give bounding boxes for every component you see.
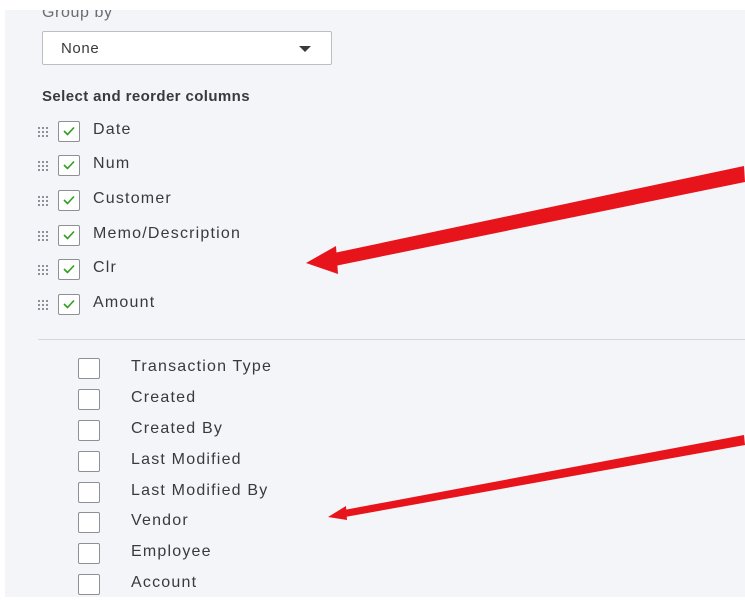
checkbox-num[interactable] [58,155,80,176]
column-label: Transaction Type [131,358,273,375]
column-row-amount[interactable]: Amount [5,294,405,318]
column-label: Employee [131,543,212,560]
column-row-date[interactable]: Date [5,121,405,145]
group-by-label: Group by [42,10,113,21]
column-label: Vendor [131,512,189,529]
column-row-last-modified[interactable]: Last Modified [5,451,405,475]
column-label: Created By [131,420,224,437]
checkbox-employee[interactable] [78,543,100,564]
column-label: Created [131,389,197,406]
column-label: Clr [93,259,118,276]
checkbox-created[interactable] [78,389,100,410]
section-divider [38,339,745,340]
column-row-last-modified-by[interactable]: Last Modified By [5,482,405,506]
checkbox-clr[interactable] [58,259,80,280]
checkbox-account[interactable] [78,574,100,595]
checkmark-icon [63,126,75,136]
checkmark-icon [63,160,75,170]
checkmark-icon [63,195,75,205]
column-row-employee[interactable]: Employee [5,543,405,567]
column-label: Last Modified By [131,482,269,499]
checkbox-amount[interactable] [58,294,80,315]
column-row-customer[interactable]: Customer [5,190,405,214]
column-label: Memo/Description [93,225,242,242]
column-row-clr[interactable]: Clr [5,259,405,283]
chevron-down-icon [299,46,311,52]
column-label: Last Modified [131,451,242,468]
checkbox-created-by[interactable] [78,420,100,441]
column-row-vendor[interactable]: Vendor [5,512,405,536]
checkbox-vendor[interactable] [78,512,100,533]
checkbox-last-modified[interactable] [78,451,100,472]
column-row-transaction-type[interactable]: Transaction Type [5,358,405,382]
checkbox-transaction-type[interactable] [78,358,100,379]
drag-handle-icon[interactable] [38,300,50,310]
checkbox-memo-description[interactable] [58,225,80,246]
column-label: Customer [93,190,172,207]
column-label: Num [93,155,131,172]
column-row-account[interactable]: Account [5,574,405,597]
drag-handle-icon[interactable] [38,196,50,206]
column-row-created[interactable]: Created [5,389,405,413]
column-row-memo-description[interactable]: Memo/Description [5,225,405,249]
checkbox-last-modified-by[interactable] [78,482,100,503]
drag-handle-icon[interactable] [38,127,50,137]
column-row-num[interactable]: Num [5,155,405,179]
drag-handle-icon[interactable] [38,265,50,275]
checkbox-customer[interactable] [58,190,80,211]
group-by-select[interactable]: None [42,31,332,65]
checkbox-date[interactable] [58,121,80,142]
panel-footer [0,597,745,611]
column-label: Date [93,121,132,138]
drag-handle-icon[interactable] [38,161,50,171]
checkmark-icon [63,299,75,309]
checkmark-icon [63,230,75,240]
column-label: Amount [93,294,156,311]
customize-columns-panel: Group by None Select and reorder columns… [5,10,745,597]
group-by-selected-value: None [61,40,100,57]
column-row-created-by[interactable]: Created By [5,420,405,444]
drag-handle-icon[interactable] [38,231,50,241]
column-label: Account [131,574,198,591]
checkmark-icon [63,264,75,274]
select-columns-title: Select and reorder columns [42,88,250,105]
